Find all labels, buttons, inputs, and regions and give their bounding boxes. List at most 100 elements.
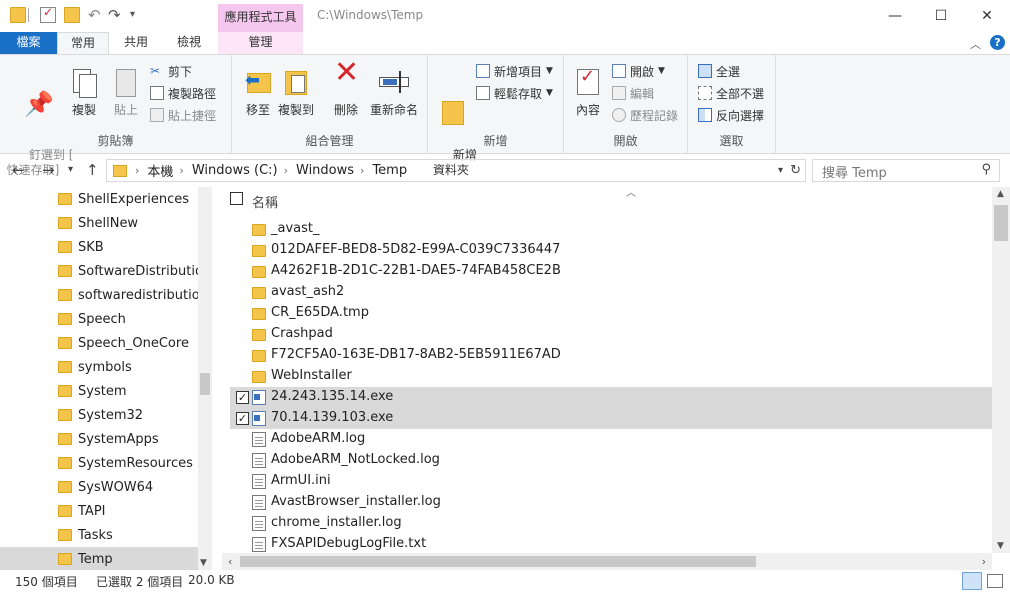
- collapse-ribbon-icon[interactable]: ︿: [970, 36, 981, 52]
- file-row[interactable]: ✓ 24.243.135.14.exe: [230, 387, 992, 408]
- minimize-button[interactable]: —: [872, 0, 918, 32]
- nav-item[interactable]: softwaredistribution.b: [0, 283, 198, 307]
- nav-item[interactable]: TAPI: [0, 499, 198, 523]
- nav-item[interactable]: SystemResources: [0, 451, 198, 475]
- maximize-button[interactable]: ☐: [918, 0, 964, 32]
- tab-file[interactable]: 檔案: [0, 32, 57, 54]
- scroll-down-icon[interactable]: ▼: [997, 541, 1004, 551]
- file-row[interactable]: A4262F1B-2D1C-22B1-DAE5-74FAB458CE2B: [230, 261, 992, 282]
- file-row[interactable]: ✓ 70.14.139.103.exe: [230, 408, 992, 429]
- back-arrow-icon[interactable]: ←: [12, 161, 25, 179]
- list-vscrollbar[interactable]: ▲ ▼: [992, 187, 1010, 553]
- edit-button[interactable]: 編輯: [612, 83, 654, 103]
- customize-toolbar-icon[interactable]: ▾: [130, 7, 146, 23]
- list-vscrollbar-thumb[interactable]: [994, 205, 1008, 241]
- copy-path-button[interactable]: 複製路徑: [150, 83, 216, 103]
- scroll-down-icon[interactable]: ▼: [200, 558, 207, 568]
- file-row[interactable]: chrome_installer.log: [230, 513, 992, 534]
- file-row[interactable]: FXSAPIDebugLogFile.txt: [230, 534, 992, 553]
- file-row[interactable]: Crashpad: [230, 324, 992, 345]
- file-row[interactable]: WebInstaller: [230, 366, 992, 387]
- nav-item-label: System32: [78, 407, 144, 423]
- scroll-up-icon[interactable]: ▲: [997, 189, 1004, 199]
- file-row[interactable]: 012DAFEF-BED8-5D82-E99A-C039C7336447: [230, 240, 992, 261]
- list-hscrollbar-thumb[interactable]: [240, 556, 756, 567]
- large-icons-view-icon[interactable]: [987, 574, 1003, 588]
- new-folder-icon[interactable]: [64, 7, 80, 23]
- row-checkbox[interactable]: ✓: [236, 391, 249, 404]
- file-row[interactable]: ArmUI.ini: [230, 471, 992, 492]
- properties-button[interactable]: ✓ 內容: [568, 67, 608, 118]
- list-hscrollbar[interactable]: ‹ ›: [222, 553, 992, 570]
- nav-item[interactable]: SystemApps: [0, 427, 198, 451]
- nav-item[interactable]: System: [0, 379, 198, 403]
- scroll-right-icon[interactable]: ›: [982, 555, 986, 568]
- folder-icon: [252, 329, 266, 341]
- recent-locations-icon[interactable]: ▾: [68, 164, 73, 175]
- file-row[interactable]: CR_E65DA.tmp: [230, 303, 992, 324]
- address-dropdown-icon[interactable]: ▾: [778, 165, 783, 176]
- folder-icon: [113, 164, 127, 177]
- up-arrow-icon[interactable]: ↑: [86, 161, 99, 179]
- file-row[interactable]: avast_ash2: [230, 282, 992, 303]
- refresh-icon[interactable]: ↻: [790, 163, 801, 178]
- tab-home[interactable]: 常用: [57, 32, 109, 54]
- breadcrumb-windows[interactable]: Windows: [296, 163, 354, 178]
- details-view-icon[interactable]: [962, 572, 982, 590]
- close-button[interactable]: ✕: [964, 0, 1010, 32]
- nav-item[interactable]: SysWOW64: [0, 475, 198, 499]
- file-row[interactable]: _avast_: [230, 219, 992, 240]
- column-header-name[interactable]: 名稱: [252, 192, 278, 211]
- cut-button[interactable]: ✂ 剪下: [150, 61, 192, 81]
- edit-icon: [612, 86, 626, 100]
- tab-view[interactable]: 檢視: [163, 32, 215, 54]
- new-item-button[interactable]: 新增項目 ▼: [476, 61, 553, 81]
- invert-selection-button[interactable]: 反向選擇: [698, 105, 764, 125]
- address-bar[interactable]: › 本機 › Windows (C:) › Windows › Temp ▾ ↻: [106, 159, 806, 182]
- move-to-button[interactable]: ⬅ 移至: [238, 67, 278, 118]
- row-checkbox[interactable]: ✓: [236, 412, 249, 425]
- redo-icon[interactable]: ↷: [108, 7, 124, 23]
- forward-arrow-icon[interactable]: →: [42, 161, 55, 179]
- select-all-button[interactable]: 全選: [698, 61, 740, 81]
- scroll-left-icon[interactable]: ‹: [228, 555, 232, 568]
- paste-shortcut-icon: [150, 108, 164, 122]
- copy-to-button[interactable]: 複製到: [276, 67, 316, 118]
- breadcrumb-temp[interactable]: Temp: [372, 163, 407, 178]
- nav-item[interactable]: Speech_OneCore: [0, 331, 198, 355]
- nav-item[interactable]: System32: [0, 403, 198, 427]
- undo-icon[interactable]: ↶: [88, 7, 104, 23]
- file-row[interactable]: AdobeARM.log: [230, 429, 992, 450]
- nav-item[interactable]: Temp: [0, 547, 198, 570]
- tab-share[interactable]: 共用: [110, 32, 162, 54]
- nav-item[interactable]: Tasks: [0, 523, 198, 547]
- nav-item[interactable]: ShellNew: [0, 211, 198, 235]
- nav-item[interactable]: symbols: [0, 355, 198, 379]
- nav-scrollbar-thumb[interactable]: [200, 373, 210, 395]
- paste-button[interactable]: 貼上: [106, 67, 146, 118]
- nav-item[interactable]: SoftwareDistribution: [0, 259, 198, 283]
- search-input[interactable]: 搜尋 Temp ⚲: [812, 159, 1000, 182]
- rename-button[interactable]: 重新命名: [366, 67, 422, 118]
- file-row[interactable]: AdobeARM_NotLocked.log: [230, 450, 992, 471]
- help-icon[interactable]: ?: [990, 35, 1005, 50]
- select-all-checkbox[interactable]: [230, 192, 243, 205]
- copy-button[interactable]: 複製: [64, 67, 104, 118]
- folder-icon: [58, 361, 72, 373]
- select-none-button[interactable]: 全部不選: [698, 83, 764, 103]
- nav-item[interactable]: ShellExperiences: [0, 187, 198, 211]
- breadcrumb-drive-c[interactable]: Windows (C:): [192, 163, 278, 178]
- file-row[interactable]: F72CF5A0-163E-DB17-8AB2-5EB5911E67AD: [230, 345, 992, 366]
- easy-access-button[interactable]: 輕鬆存取 ▼: [476, 83, 553, 103]
- open-button[interactable]: 開啟 ▼: [612, 61, 665, 81]
- history-button[interactable]: 歷程記錄: [612, 105, 678, 125]
- breadcrumb-this-pc[interactable]: 本機: [147, 161, 173, 180]
- delete-button[interactable]: ✕ 刪除: [326, 58, 366, 118]
- nav-item[interactable]: Speech: [0, 307, 198, 331]
- tab-manage[interactable]: 管理: [218, 32, 303, 54]
- nav-item[interactable]: SKB: [0, 235, 198, 259]
- file-row[interactable]: AvastBrowser_installer.log: [230, 492, 992, 513]
- properties-check-icon[interactable]: ✓: [40, 5, 56, 23]
- paste-shortcut-button[interactable]: 貼上捷徑: [150, 105, 216, 125]
- nav-scrollbar[interactable]: ▼: [198, 187, 212, 570]
